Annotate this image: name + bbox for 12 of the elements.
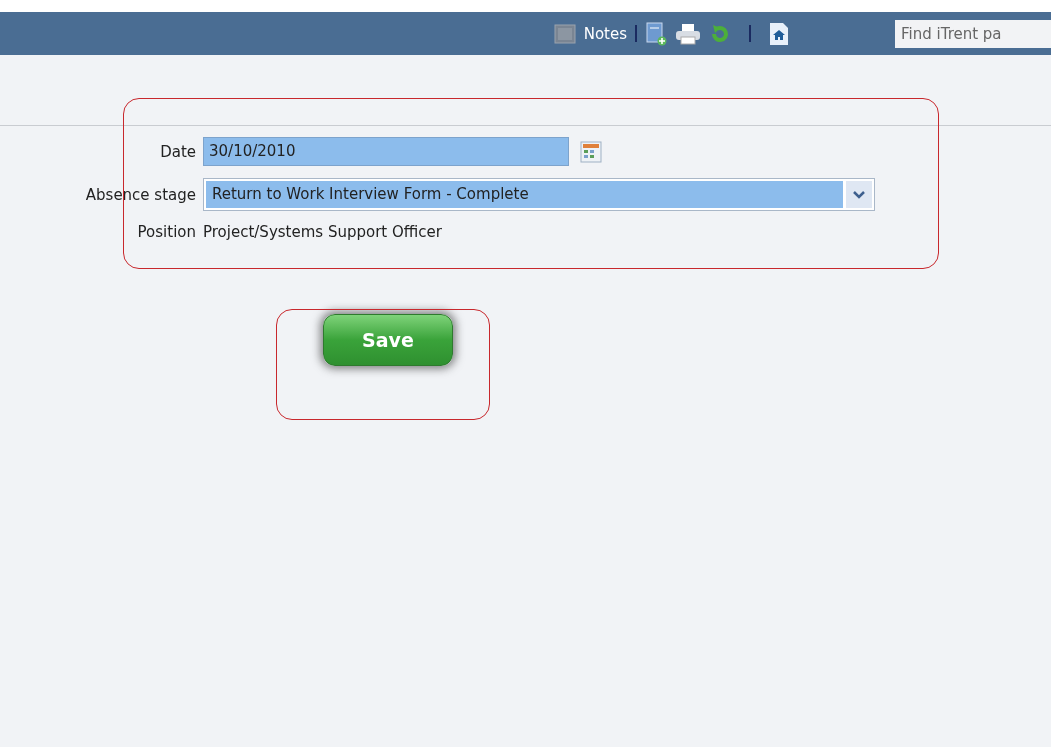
printer-icon[interactable] — [675, 22, 701, 45]
add-document-icon[interactable] — [645, 21, 667, 46]
calendar-icon[interactable] — [580, 140, 602, 163]
home-icon[interactable] — [769, 21, 789, 46]
caret-icon — [853, 190, 865, 199]
date-field[interactable]: 30/10/2010 — [203, 137, 569, 166]
field-label: Position — [137, 223, 197, 241]
field-value: Project/Systems Support Officer — [203, 223, 442, 241]
notes-link[interactable]: Notes — [583, 24, 627, 43]
absence-stage-dropdown[interactable]: Return to Work Interview Form - Complete — [203, 178, 875, 211]
search-field[interactable]: Find iTrent pa — [895, 19, 1051, 48]
field-label: Date — [160, 142, 197, 161]
